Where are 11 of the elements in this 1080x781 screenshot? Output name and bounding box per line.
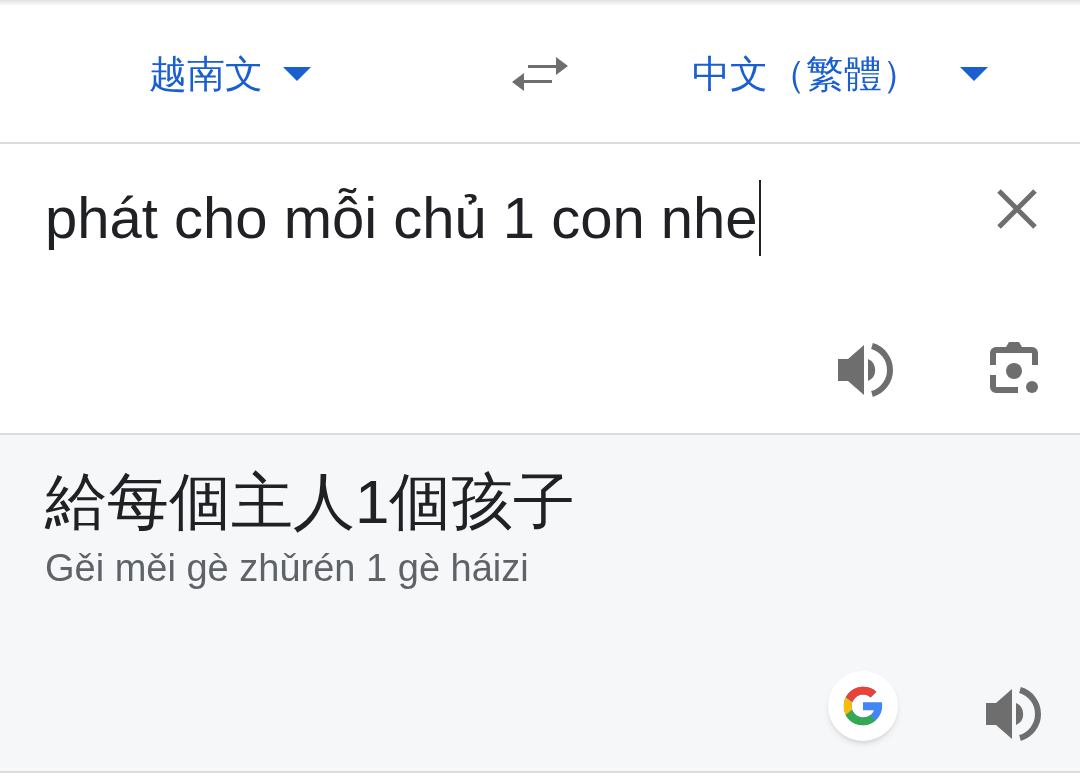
romanization-text: Gěi měi gè zhǔrén 1 gè háizi bbox=[45, 546, 530, 591]
translation-text: 給每個主人1個孩子 bbox=[45, 466, 577, 538]
google-logo-button[interactable] bbox=[828, 671, 898, 741]
speaker-icon[interactable] bbox=[986, 687, 1042, 741]
dropdown-caret-icon bbox=[960, 67, 988, 81]
speaker-icon[interactable] bbox=[838, 343, 894, 397]
input-field[interactable]: phát cho mỗi chủ 1 con nhe bbox=[45, 178, 996, 258]
source-language-selector[interactable]: 越南文 bbox=[0, 45, 440, 103]
close-icon[interactable] bbox=[996, 188, 1038, 230]
target-language-selector[interactable]: 中文（繁體） bbox=[640, 45, 1080, 103]
dropdown-caret-icon bbox=[283, 67, 311, 81]
